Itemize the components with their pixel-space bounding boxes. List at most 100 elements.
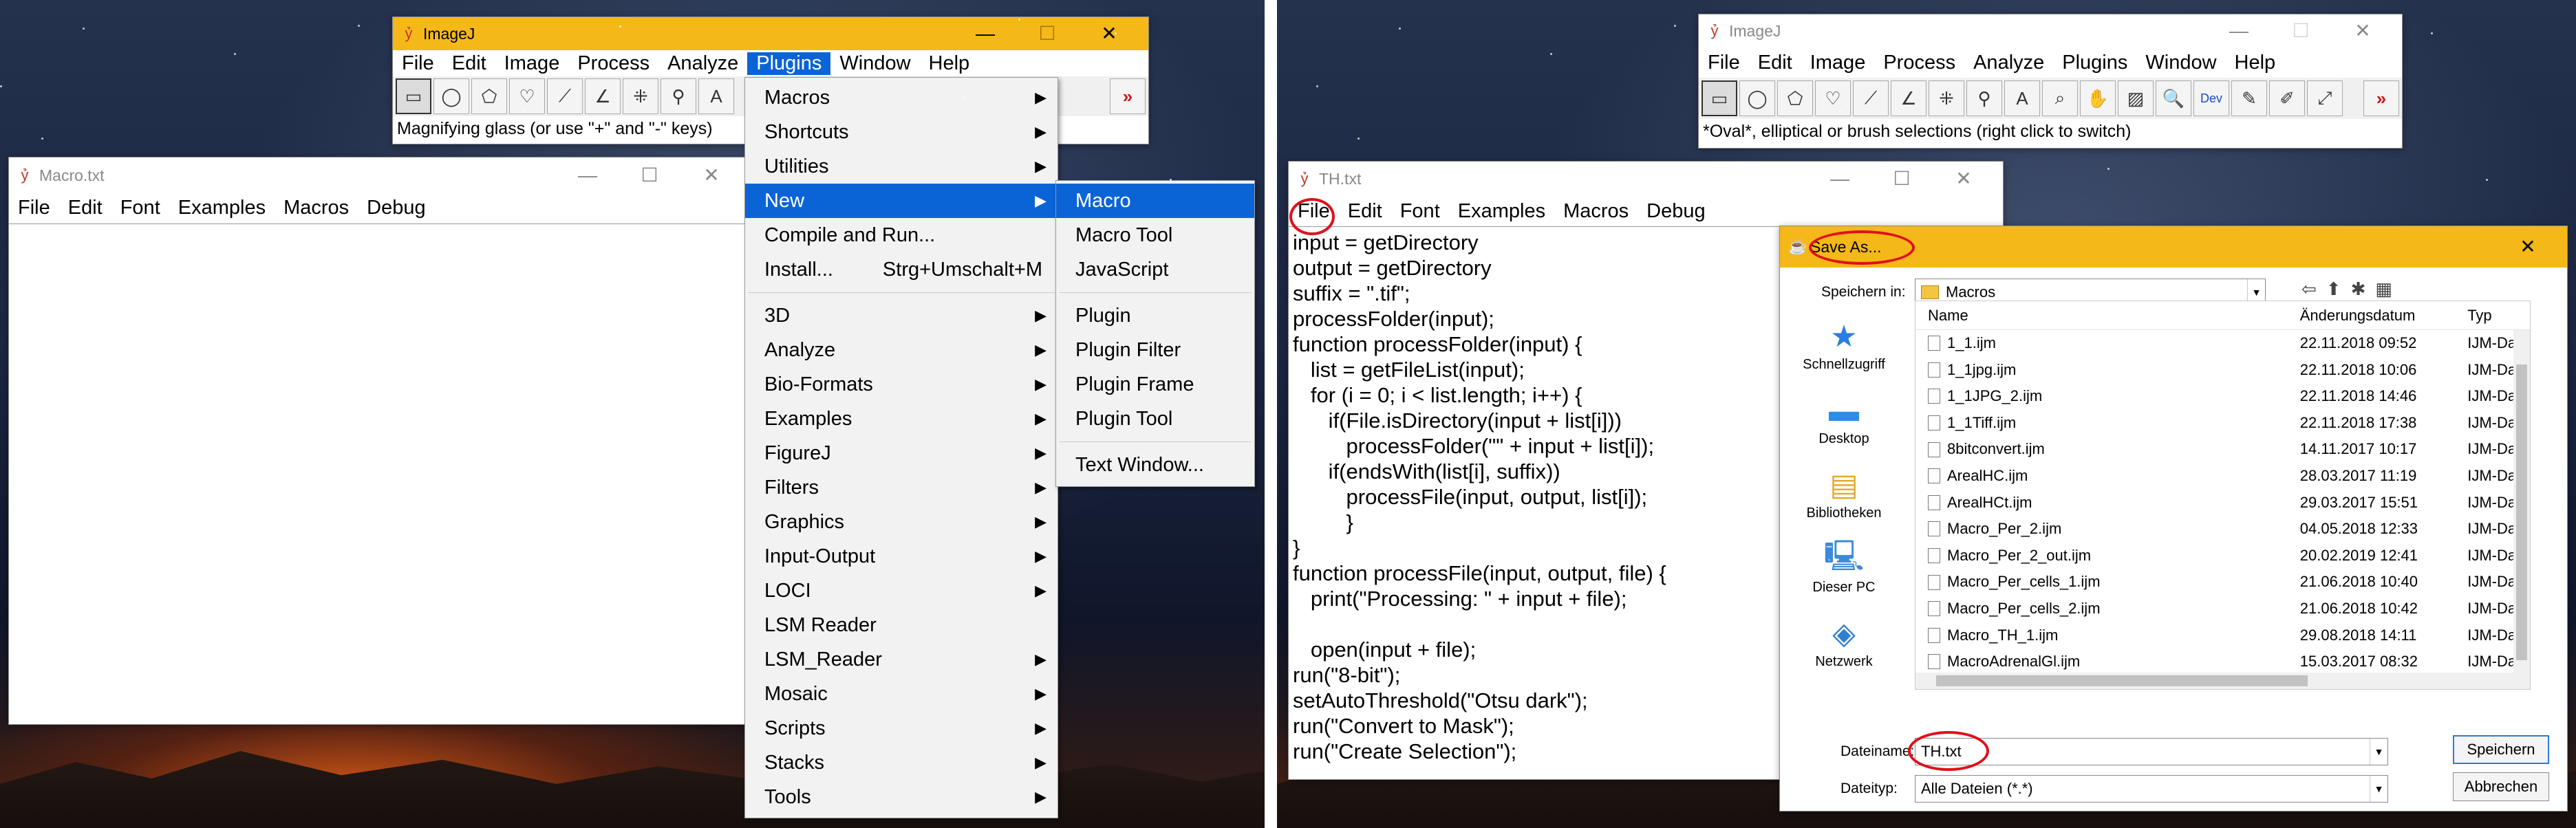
more-tools-icon[interactable]: » [1110,78,1146,114]
menu-edit[interactable]: Edit [1749,52,1801,74]
wand-tool-icon[interactable]: ⚲ [661,78,696,114]
rectangle-tool-icon[interactable]: ▭ [396,78,431,114]
file-row[interactable]: MacroAdrenalGl.ijm 15.03.2017 08:32 IJM-Da [1915,649,2530,675]
th-titlebar[interactable]: ỷ TH.txt — ☐ ✕ [1289,162,2003,196]
point-tool-icon[interactable]: ⁜ [1929,80,1964,116]
file-row[interactable]: Macro_Per_cells_2.ijm 21.06.2018 10:42 IJM… [1915,596,2530,622]
more-tools-icon[interactable]: » [2363,80,2399,116]
angle-tool-icon[interactable]: ∠ [1891,80,1926,116]
menu-file[interactable]: File [1699,52,1749,74]
close-icon[interactable]: ✕ [2332,21,2394,41]
brush-tool-icon[interactable]: ✐ [2269,80,2305,116]
menu-item-loci[interactable]: LOCI ▶ [745,574,1058,608]
menu-debug[interactable]: Debug [1638,200,1714,223]
filetype-dropdown[interactable]: Alle Dateien (*.*) ▼ [1915,775,2388,803]
rectangle-tool-icon[interactable]: ▭ [1702,80,1737,116]
oval-tool-icon[interactable]: ◯ [1739,80,1775,116]
file-row[interactable]: 8bitconvert.ijm 14.11.2017 10:17 IJM-Da [1915,436,2530,463]
file-row[interactable]: 1_1.ijm 22.11.2018 09:52 IJM-Da [1915,330,2530,357]
menu-window[interactable]: Window [830,52,919,75]
pencil-tool-icon[interactable]: ✎ [2231,80,2267,116]
place-bibliotheken[interactable]: ▤ Bibliotheken [1785,457,1902,532]
column-date[interactable]: Änderungsdatum [2292,301,2459,329]
editor-text-area[interactable] [9,224,751,724]
flood-fill-tool-icon[interactable]: ⤢ [2307,80,2343,116]
minimize-icon[interactable]: — [1809,169,1871,188]
macro-titlebar[interactable]: ỷ Macro.txt — ☐ ✕ [9,157,751,193]
menu-image[interactable]: Image [495,52,569,75]
menu-analyze[interactable]: Analyze [658,52,747,75]
menu-item-lsm-reader[interactable]: LSM_Reader ▶ [745,642,1058,677]
menu-item-macro[interactable]: Macro [1056,184,1254,218]
menu-window[interactable]: Window [2136,52,2225,74]
menu-item-compile-and-run[interactable]: Compile and Run... [745,218,1058,252]
file-row[interactable]: Macro_Per_2_out.ijm 20.02.2019 12:41 IJM-D… [1915,543,2530,569]
close-icon[interactable]: ✕ [680,166,742,185]
polygon-tool-icon[interactable]: ⬠ [471,78,507,114]
menu-edit[interactable]: Edit [443,52,495,75]
menu-item-plugin[interactable]: Plugin [1056,298,1254,333]
point-tool-icon[interactable]: ⁜ [623,78,658,114]
menu-item-javascript[interactable]: JavaScript [1056,252,1254,287]
view-menu-icon[interactable]: ▦ [2375,279,2392,300]
menu-plugins[interactable]: Plugins [747,52,831,75]
magnifier-tool-icon[interactable]: ⌕ [2042,80,2078,116]
maximize-icon[interactable]: ☐ [619,166,680,185]
minimize-icon[interactable]: — [2208,21,2270,41]
dropper-tool-icon[interactable]: ▨ [2118,80,2154,116]
file-row[interactable]: 1_1jpg.ijm 22.11.2018 10:06 IJM-Da [1915,357,2530,384]
minimize-icon[interactable]: — [954,24,1016,43]
menu-item-filters[interactable]: Filters ▶ [745,470,1058,505]
vertical-scrollbar[interactable] [2513,330,2530,689]
menu-process[interactable]: Process [568,52,658,75]
menu-item-scripts[interactable]: Scripts ▶ [745,711,1058,745]
line-tool-icon[interactable]: ⟋ [547,78,583,114]
close-icon[interactable]: ✕ [2497,237,2559,257]
chevron-down-icon[interactable]: ▼ [2370,739,2387,765]
menu-item-graphics[interactable]: Graphics ▶ [745,505,1058,539]
menu-macros[interactable]: Macros [1554,200,1638,223]
hand-tool-icon[interactable]: ✋ [2080,80,2116,116]
file-row[interactable]: Macro_TH_1.ijm 29.08.2018 14:11 IJM-Da [1915,622,2530,649]
close-icon[interactable]: ✕ [1933,169,1995,188]
menu-item-bio-formats[interactable]: Bio-Formats ▶ [745,367,1058,402]
menu-examples[interactable]: Examples [169,197,275,219]
menu-item-plugin-tool[interactable]: Plugin Tool [1056,402,1254,436]
scrollbar-thumb[interactable] [2516,364,2527,660]
menu-item-macros[interactable]: Macros ▶ [745,80,1058,115]
close-icon[interactable]: ✕ [1078,24,1140,43]
menu-file[interactable]: File [393,52,443,75]
menu-font[interactable]: Font [1391,200,1449,223]
place-schnellzugriff[interactable]: ★ Schnellzugriff [1785,309,1902,383]
menu-debug[interactable]: Debug [358,197,434,219]
polygon-tool-icon[interactable]: ⬠ [1777,80,1813,116]
menu-help[interactable]: Help [920,52,979,75]
menu-plugins[interactable]: Plugins [2053,52,2136,74]
menu-item-shortcuts[interactable]: Shortcuts ▶ [745,115,1058,149]
menu-item-install[interactable]: Install... Strg+Umschalt+M [745,252,1058,287]
menu-item-input-output[interactable]: Input-Output ▶ [745,539,1058,574]
scrollbar-thumb[interactable] [1936,675,2308,686]
file-row[interactable]: Macro_Per_cells_1.ijm 21.06.2018 10:40 IJM… [1915,569,2530,596]
save-button[interactable]: Speichern [2453,735,2549,764]
imagej-titlebar[interactable]: ỷ ImageJ — ☐ ✕ [1699,14,2402,47]
wand-tool-icon[interactable]: ⚲ [1966,80,2002,116]
file-row[interactable]: 1_1Tiff.ijm 22.11.2018 17:38 IJM-Da [1915,410,2530,437]
menu-edit[interactable]: Edit [1339,200,1391,223]
menu-item-macro-tool[interactable]: Macro Tool [1056,218,1254,252]
menu-item-text-window[interactable]: Text Window... [1056,448,1254,482]
column-type[interactable]: Typ [2459,301,2530,329]
menu-edit[interactable]: Edit [59,197,111,219]
file-row[interactable]: ArealHC.ijm 28.03.2017 11:19 IJM-Da [1915,463,2530,490]
menu-process[interactable]: Process [1874,52,1964,74]
menu-item-utilities[interactable]: Utilities ▶ [745,149,1058,184]
menu-image[interactable]: Image [1801,52,1875,74]
maximize-icon[interactable]: ☐ [1871,169,1933,188]
oval-tool-icon[interactable]: ◯ [433,78,469,114]
text-tool-icon[interactable]: A [2004,80,2040,116]
angle-tool-icon[interactable]: ∠ [585,78,621,114]
menu-item-plugin-filter[interactable]: Plugin Filter [1056,333,1254,367]
new-folder-icon[interactable]: ✱ [2351,279,2366,300]
horizontal-scrollbar[interactable] [1915,673,2515,689]
back-arrow-icon[interactable]: ⇦ [2301,279,2317,300]
